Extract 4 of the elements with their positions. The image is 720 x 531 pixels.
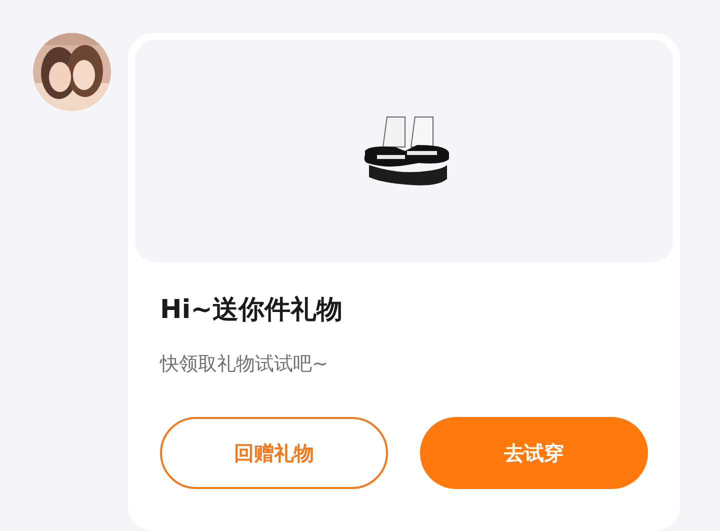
try-on-button[interactable]: 去试穿 — [420, 417, 648, 489]
return-gift-button[interactable]: 回赠礼物 — [160, 417, 388, 489]
message-title: Hi~送你件礼物 — [160, 294, 344, 327]
message-subtitle: 快领取礼物试试吧~ — [160, 352, 329, 377]
